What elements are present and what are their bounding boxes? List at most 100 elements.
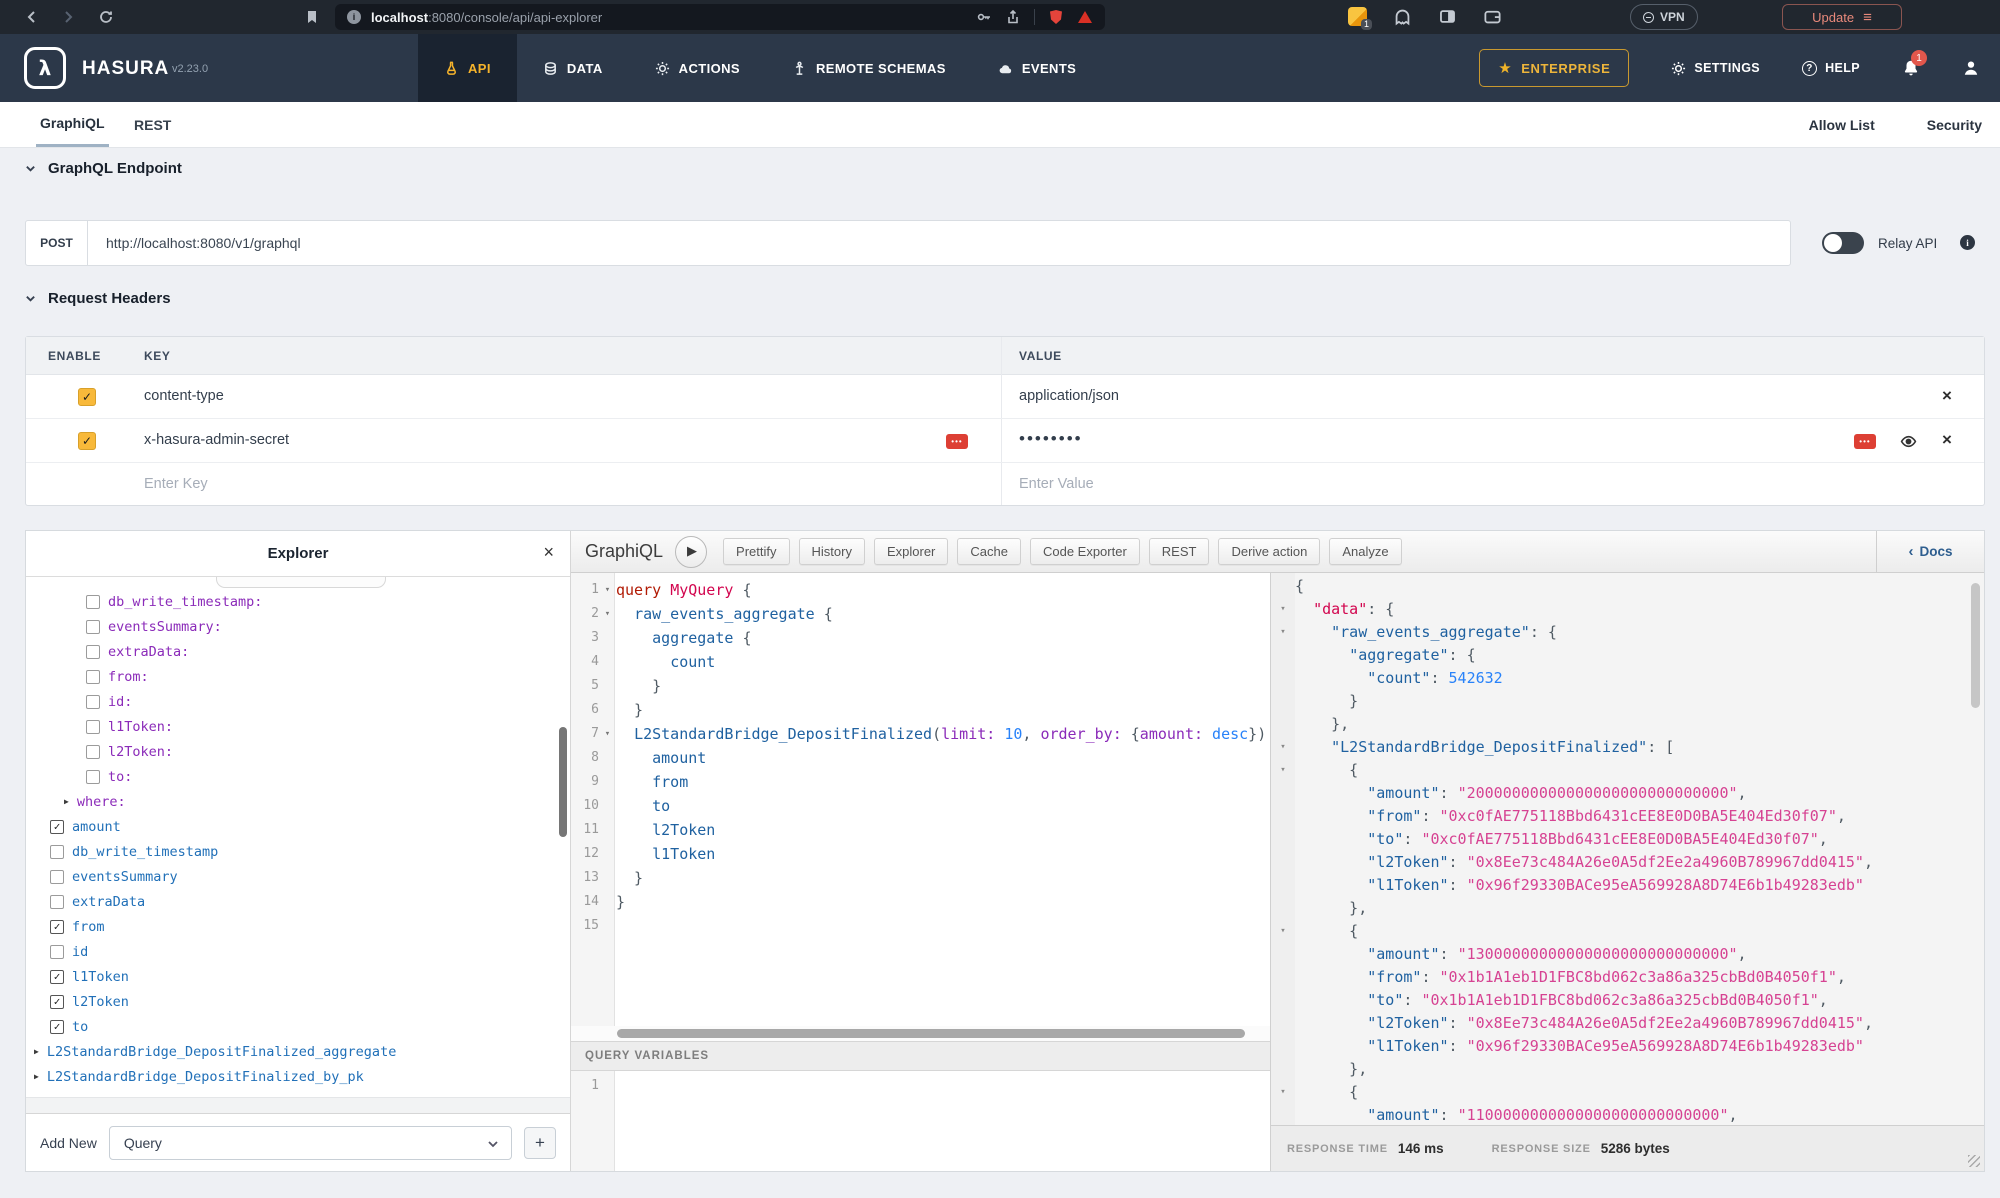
nav-item-api[interactable]: API: [418, 34, 517, 102]
remove-header-icon[interactable]: ×: [1942, 386, 1952, 406]
vpn-button[interactable]: VPN: [1630, 4, 1698, 30]
add-operation-button[interactable]: +: [524, 1127, 556, 1159]
history-button[interactable]: History: [799, 538, 865, 565]
help-button[interactable]: ? HELP: [1802, 61, 1860, 76]
security-link[interactable]: Security: [1927, 117, 1982, 133]
query-editor[interactable]: 1▾query MyQuery {2▾ raw_events_aggregate…: [571, 573, 1270, 1026]
explorer-checkbox[interactable]: [50, 945, 64, 959]
query-variables-header[interactable]: QUERY VARIABLES: [571, 1041, 1270, 1071]
ghost-extension-icon[interactable]: [1393, 7, 1412, 26]
header-value-masked[interactable]: ••••••••: [1019, 429, 1083, 449]
explorer-checkbox[interactable]: [86, 695, 100, 709]
expand-triangle-icon[interactable]: ▶: [64, 797, 69, 806]
fold-arrow-icon[interactable]: ▾: [1271, 1081, 1295, 1104]
resize-handle-icon[interactable]: [1968, 1155, 1980, 1167]
nav-item-remote-schemas[interactable]: REMOTE SCHEMAS: [766, 34, 972, 102]
code-exporter-button[interactable]: Code Exporter: [1030, 538, 1140, 565]
derive-action-button[interactable]: Derive action: [1218, 538, 1320, 565]
cache-button[interactable]: Cache: [957, 538, 1021, 565]
explorer-item-extradata[interactable]: extraData: [26, 889, 570, 914]
explorer-checkbox[interactable]: [86, 595, 100, 609]
wallet-extension-icon[interactable]: [1483, 7, 1502, 26]
tab-rest[interactable]: REST: [134, 102, 171, 147]
forward-icon[interactable]: [60, 9, 76, 25]
bookmark-icon[interactable]: [304, 9, 320, 25]
notes-extension-icon[interactable]: 1: [1348, 7, 1367, 26]
rest-button[interactable]: REST: [1149, 538, 1210, 565]
operation-type-select[interactable]: Query: [109, 1126, 512, 1160]
key-icon[interactable]: [976, 9, 992, 25]
fold-arrow-icon[interactable]: ▾: [1271, 621, 1295, 644]
explorer-item-eventssummary[interactable]: eventsSummary: [26, 864, 570, 889]
fold-arrow-icon[interactable]: ▾: [1271, 736, 1295, 759]
allow-list-link[interactable]: Allow List: [1809, 117, 1875, 133]
explorer-item-l1token[interactable]: l1Token:: [26, 714, 570, 739]
nav-item-events[interactable]: EVENTS: [972, 34, 1102, 102]
fold-arrow-icon[interactable]: ▾: [1271, 920, 1295, 943]
explorer-checkbox[interactable]: ✓: [50, 995, 64, 1009]
expand-triangle-icon[interactable]: ▶: [34, 1072, 39, 1081]
fold-arrow-icon[interactable]: ▾: [1271, 759, 1295, 782]
explorer-checkbox[interactable]: [86, 745, 100, 759]
explorer-checkbox[interactable]: ✓: [50, 920, 64, 934]
relay-api-toggle[interactable]: [1822, 232, 1864, 254]
explorer-item-l2standardbridge-depositfinalized-aggregate[interactable]: ▶L2StandardBridge_DepositFinalized_aggre…: [26, 1039, 570, 1064]
explorer-checkbox[interactable]: [86, 670, 100, 684]
explorer-checkbox[interactable]: [86, 770, 100, 784]
password-manager-icon[interactable]: •••: [946, 434, 968, 449]
enable-checkbox[interactable]: ✓: [78, 432, 96, 450]
endpoint-url[interactable]: http://localhost:8080/v1/graphql: [88, 221, 1790, 265]
sidebar-extension-icon[interactable]: [1438, 7, 1457, 26]
explorer-item-id[interactable]: id: [26, 939, 570, 964]
explorer-item-l1token[interactable]: ✓l1Token: [26, 964, 570, 989]
remove-header-icon[interactable]: ×: [1942, 430, 1952, 450]
editor-hscrollbar[interactable]: [617, 1029, 1245, 1038]
explorer-item-from[interactable]: ✓from: [26, 914, 570, 939]
explorer-checkbox[interactable]: [86, 620, 100, 634]
explorer-item-to[interactable]: to:: [26, 764, 570, 789]
execute-query-button[interactable]: ▶: [675, 536, 707, 568]
enable-checkbox[interactable]: ✓: [78, 388, 96, 406]
user-icon[interactable]: [1962, 59, 1980, 77]
new-value-input[interactable]: Enter Value: [1019, 476, 1094, 492]
docs-button[interactable]: ‹ Docs: [1876, 531, 1984, 572]
explorer-checkbox[interactable]: ✓: [50, 1020, 64, 1034]
close-icon[interactable]: ×: [543, 542, 554, 563]
explorer-checkbox[interactable]: [50, 870, 64, 884]
explorer-item-amount[interactable]: ✓amount: [26, 814, 570, 839]
query-variables-editor[interactable]: 1: [571, 1071, 1270, 1171]
fold-arrow-icon[interactable]: ▾: [599, 602, 616, 626]
show-secret-eye-icon[interactable]: [1900, 433, 1917, 450]
explorer-checkbox[interactable]: [86, 645, 100, 659]
enterprise-button[interactable]: ★ ENTERPRISE: [1479, 49, 1629, 87]
header-key[interactable]: content-type: [144, 388, 224, 404]
endpoint-section-header[interactable]: GraphQL Endpoint: [25, 160, 182, 177]
password-manager-icon[interactable]: •••: [1854, 434, 1876, 449]
response-viewer[interactable]: {▾ "data": {▾ "raw_events_aggregate": { …: [1271, 573, 1984, 1125]
explorer-item-eventssummary[interactable]: eventsSummary:: [26, 614, 570, 639]
expand-triangle-icon[interactable]: ▶: [34, 1047, 39, 1056]
tab-graphiql[interactable]: GraphiQL: [36, 102, 109, 147]
explorer-checkbox[interactable]: ✓: [50, 820, 64, 834]
explorer-scrollbar[interactable]: [559, 727, 567, 837]
explorer-item-db-write-timestamp[interactable]: db_write_timestamp:: [26, 589, 570, 614]
explorer-item-l2standardbridge-depositfinalized-by-pk[interactable]: ▶L2StandardBridge_DepositFinalized_by_pk: [26, 1064, 570, 1089]
explorer-item-to[interactable]: ✓to: [26, 1014, 570, 1039]
brave-shield-icon[interactable]: [1048, 9, 1064, 25]
explorer-item-l2token[interactable]: l2Token:: [26, 739, 570, 764]
explorer-checkbox[interactable]: [50, 895, 64, 909]
nav-item-data[interactable]: DATA: [517, 34, 629, 102]
new-key-input[interactable]: Enter Key: [144, 476, 208, 492]
fold-arrow-icon[interactable]: ▾: [599, 722, 616, 746]
back-icon[interactable]: [24, 9, 40, 25]
nav-item-actions[interactable]: ACTIONS: [629, 34, 766, 102]
explorer-checkbox[interactable]: [50, 845, 64, 859]
explorer-item-from[interactable]: from:: [26, 664, 570, 689]
explorer-item-db-write-timestamp[interactable]: db_write_timestamp: [26, 839, 570, 864]
site-info-icon[interactable]: i: [347, 10, 361, 24]
url-bar[interactable]: i localhost:8080/console/api/api-explore…: [335, 4, 1105, 30]
request-headers-section-header[interactable]: Request Headers: [25, 290, 171, 307]
explorer-item-id[interactable]: id:: [26, 689, 570, 714]
explorer-item-where[interactable]: ▶where:: [26, 789, 570, 814]
share-icon[interactable]: [1005, 9, 1021, 25]
